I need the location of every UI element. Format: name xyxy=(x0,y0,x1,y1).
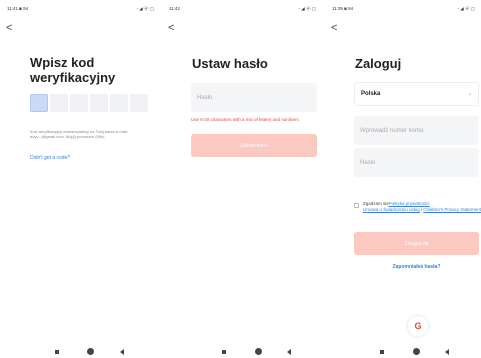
resend-code-link[interactable]: Didn't get a code? xyxy=(30,155,70,161)
status-time: 11:42 xyxy=(169,6,180,11)
recent-apps-icon[interactable] xyxy=(380,350,384,354)
home-icon[interactable] xyxy=(87,348,94,355)
code-digit-box[interactable] xyxy=(50,94,68,112)
status-time: 11:41 ◙ 94 xyxy=(7,6,29,11)
back-nav-icon[interactable] xyxy=(445,349,449,355)
status-icons: ◦ ◢ ⓦ ▢ xyxy=(298,6,316,11)
login-screen: 11:39 ◙ 94 ◦ ◢ ⓦ ▢ < Zaloguj Polska ⌄ Wp… xyxy=(325,0,481,358)
google-icon[interactable]: G xyxy=(408,316,428,336)
service-agreement-link[interactable]: Umowa o świadczeniu usług xyxy=(363,207,420,212)
code-digit-box[interactable] xyxy=(130,94,148,112)
forgot-password-link[interactable]: Zapomniałeś hasła? xyxy=(354,264,479,270)
system-nav-bar xyxy=(162,347,322,357)
recent-apps-icon[interactable] xyxy=(55,350,59,354)
login-button[interactable]: Zaloguj się xyxy=(354,232,479,255)
terms-checkbox[interactable] xyxy=(354,203,359,208)
back-arrow-icon[interactable]: < xyxy=(168,23,174,34)
home-icon[interactable] xyxy=(255,348,262,355)
recent-apps-icon[interactable] xyxy=(222,350,226,354)
status-time: 11:39 ◙ 94 xyxy=(332,6,354,11)
status-bar: 11:42 ◦ ◢ ⓦ ▢ xyxy=(169,6,316,14)
code-digit-box[interactable] xyxy=(110,94,128,112)
country-value: Polska xyxy=(361,91,381,97)
system-nav-bar xyxy=(0,347,160,357)
children-privacy-link[interactable]: Children's Privacy Statement xyxy=(423,207,481,212)
password-field[interactable]: Hasło xyxy=(191,83,317,112)
terms-text: Zgadzam sięPolityka prywatności Umowa o … xyxy=(363,201,481,213)
home-icon[interactable] xyxy=(413,348,420,355)
back-nav-icon[interactable] xyxy=(120,349,124,355)
back-arrow-icon[interactable]: < xyxy=(6,23,12,34)
system-nav-bar xyxy=(325,347,481,357)
code-input-row[interactable] xyxy=(30,94,148,112)
verification-info-text: Kod weryfikacyjny został wysłany na Twój… xyxy=(30,129,128,139)
verification-screen: 11:41 ◙ 94 ◦ ◢ ⓦ ▢ < Wpisz kod weryfikac… xyxy=(0,0,160,358)
done-button[interactable]: Zakończono xyxy=(191,134,317,157)
page-title: Wpisz kod weryfikacyjny xyxy=(30,55,116,85)
account-number-field[interactable]: Wprowadź numer konta xyxy=(354,116,479,145)
code-digit-box[interactable] xyxy=(70,94,88,112)
status-icons: ◦ ◢ ⓦ ▢ xyxy=(457,6,475,11)
chevron-down-icon: ⌄ xyxy=(467,91,472,97)
status-bar: 11:39 ◙ 94 ◦ ◢ ⓦ ▢ xyxy=(332,6,475,14)
page-title: Ustaw hasło xyxy=(192,56,268,71)
code-digit-box[interactable] xyxy=(30,94,48,112)
password-hint: Use 6-20 characters with a mix of letter… xyxy=(191,117,299,122)
terms-prefix: Zgadzam się xyxy=(363,201,389,206)
privacy-policy-link[interactable]: Polityka prywatności xyxy=(389,201,430,206)
password-field[interactable]: Hasło xyxy=(354,148,479,177)
status-icons: ◦ ◢ ⓦ ▢ xyxy=(136,6,154,11)
back-arrow-icon[interactable]: < xyxy=(331,23,337,34)
country-select[interactable]: Polska ⌄ xyxy=(354,82,479,106)
back-nav-icon[interactable] xyxy=(287,349,291,355)
page-title: Zaloguj xyxy=(355,56,402,71)
status-bar: 11:41 ◙ 94 ◦ ◢ ⓦ ▢ xyxy=(7,6,154,14)
code-digit-box[interactable] xyxy=(90,94,108,112)
set-password-screen: 11:42 ◦ ◢ ⓦ ▢ < Ustaw hasło Hasło Use 6-… xyxy=(162,0,322,358)
